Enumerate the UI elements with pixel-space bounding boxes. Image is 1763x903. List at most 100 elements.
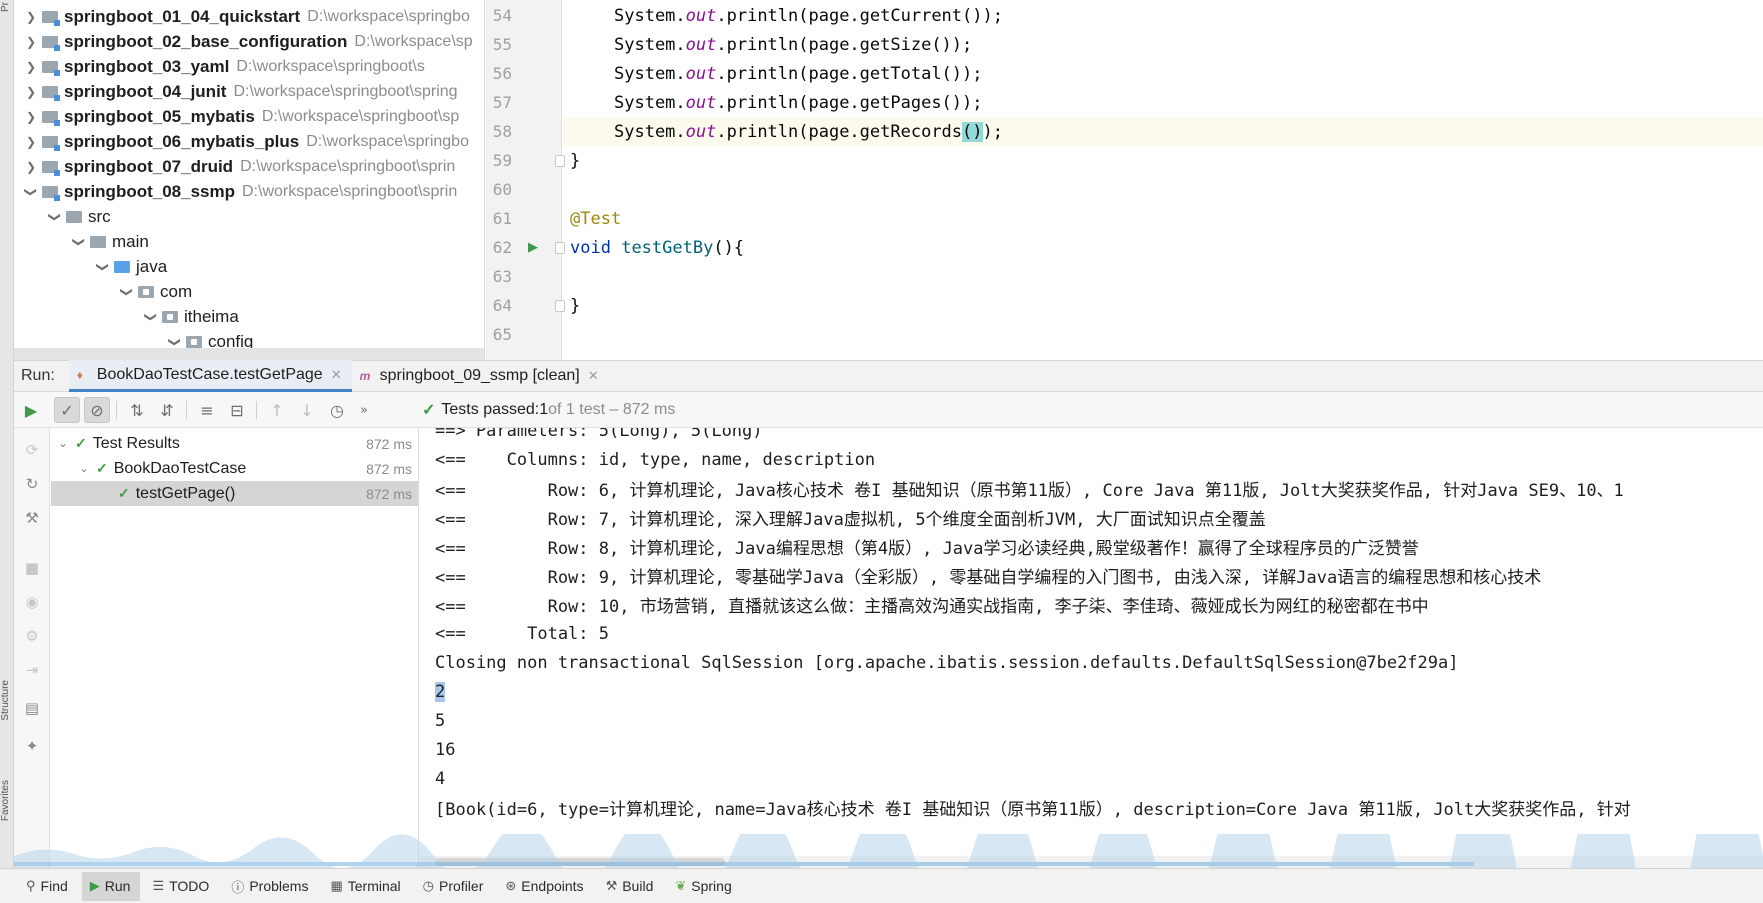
folder-name: java	[136, 257, 168, 276]
left-tool-strip: Pr Structure Favorites	[0, 0, 14, 903]
expand-all-icon[interactable]: ≡	[194, 397, 220, 423]
test-node-time: 872 ms	[366, 435, 412, 452]
module-folder-icon	[42, 11, 60, 26]
tree-item-module[interactable]: ❯ springboot_08_ssmp D:\workspace\spring…	[24, 180, 484, 204]
collapse-all-icon[interactable]: ⊟	[224, 397, 250, 423]
chevron-down-icon[interactable]: ⌄	[57, 437, 69, 450]
sort-alpha-icon[interactable]: ⇅	[124, 397, 150, 423]
line-number: 62	[492, 238, 512, 257]
run-tool-button[interactable]: ▶ Run	[81, 871, 141, 901]
tab-testgetpage[interactable]: ♦ BookDaoTestCase.testGetPage ✕	[68, 360, 352, 392]
hammer-icon: ⚒	[605, 878, 618, 893]
import-icon[interactable]: ⇥	[20, 658, 44, 682]
tree-item-src[interactable]: ❯ src	[48, 205, 484, 229]
tree-item-main[interactable]: ❯ main	[72, 230, 484, 254]
chevron-right-icon[interactable]: ❯	[24, 135, 38, 149]
profiler-tool-button[interactable]: ◷ Profiler	[415, 872, 494, 901]
stop-icon[interactable]: ■	[20, 556, 44, 580]
fold-marker-icon[interactable]	[555, 241, 565, 254]
tree-item-itheima[interactable]: ❯ itheima	[144, 305, 484, 329]
fold-marker-icon[interactable]	[555, 299, 565, 312]
line-number: 59	[492, 151, 512, 170]
chevron-right-icon[interactable]: ❯	[24, 35, 38, 49]
test-results-root[interactable]: ⌄ ✓ Test Results 872 ms	[51, 431, 418, 456]
module-name: springboot_03_yaml	[64, 57, 230, 76]
chevron-down-icon[interactable]: ⌄	[78, 462, 90, 475]
passed-check-icon: ✓	[96, 460, 108, 476]
fold-marker-icon[interactable]	[555, 154, 565, 167]
chevron-down-icon[interactable]: ❯	[48, 210, 62, 224]
console-line-selected: 2	[435, 677, 446, 706]
console-line: <== Row: 8, 计算机理论, Java编程思想（第4版）, Java学习…	[435, 539, 1419, 559]
waveform-overlay	[14, 834, 1763, 868]
run-tool-window-header: Run: ♦ BookDaoTestCase.testGetPage ✕ m s…	[14, 360, 1763, 392]
chevron-right-icon[interactable]: ❯	[24, 10, 38, 24]
toggle-auto-test-icon[interactable]: ↻	[20, 472, 44, 496]
sort-duration-icon[interactable]: ⇵	[154, 397, 180, 423]
rerun-failed-icon[interactable]: ⟳	[20, 438, 44, 462]
todo-tool-button[interactable]: ☰ TODO	[144, 872, 219, 901]
line-number: 57	[492, 93, 512, 112]
console-output[interactable]: ==> Parameters: 5(Long), 5(Long) <== Col…	[420, 428, 1763, 868]
history-icon[interactable]: ◷	[324, 397, 350, 423]
endpoints-tool-button[interactable]: ⊛ Endpoints	[497, 872, 593, 901]
tree-horizontal-scrollbar[interactable]	[14, 348, 484, 360]
favorites-tool-label[interactable]: Favorites	[0, 780, 14, 821]
console-line: 16	[435, 739, 456, 760]
tree-item-com[interactable]: ❯ com	[120, 280, 484, 304]
structure-tool-label[interactable]: Structure	[0, 680, 14, 721]
problems-tool-button[interactable]: ⓘ Problems	[223, 872, 318, 901]
selected-output: 2	[435, 681, 446, 702]
spring-tool-button[interactable]: ❦ Spring	[667, 872, 741, 901]
tree-item-module[interactable]: ❯ springboot_03_yaml D:\workspace\spring…	[24, 55, 484, 79]
build-tool-button[interactable]: ⚒ Build	[598, 872, 664, 901]
rerun-icon[interactable]: ▶	[18, 397, 44, 423]
module-name: springboot_08_ssmp	[64, 182, 235, 201]
module-name: springboot_04_junit	[64, 82, 227, 101]
tree-item-module[interactable]: ❯ springboot_01_04_quickstart D:\workspa…	[24, 5, 484, 29]
passed-check-icon: ✓	[422, 402, 436, 419]
bottom-tool-label: Run	[104, 878, 131, 894]
more-icon[interactable]: »	[356, 397, 372, 423]
console-line: [Book(id=6, type=计算机理论, name=Java核心技术 卷I…	[435, 800, 1631, 820]
camera-icon[interactable]: ◉	[20, 590, 44, 614]
chevron-down-icon[interactable]: ❯	[168, 335, 182, 349]
close-icon[interactable]: ✕	[588, 368, 599, 384]
tree-item-module[interactable]: ❯ springboot_04_junit D:\workspace\sprin…	[24, 80, 484, 104]
chevron-right-icon[interactable]: ❯	[24, 160, 38, 174]
tree-item-java[interactable]: ❯ java	[96, 255, 484, 279]
module-folder-icon	[42, 136, 60, 151]
code-editor[interactable]: 54 System.out.println(page.getCurrent())…	[486, 0, 1763, 360]
close-icon[interactable]: ✕	[331, 367, 342, 383]
chevron-right-icon[interactable]: ❯	[24, 110, 38, 124]
terminal-tool-button[interactable]: ▦ Terminal	[322, 872, 410, 901]
arrow-down-icon[interactable]: ↓	[294, 397, 320, 423]
chevron-right-icon[interactable]: ❯	[24, 85, 38, 99]
run-test-gutter-icon[interactable]: ▶	[527, 240, 539, 255]
show-ignored-icon[interactable]: ⊘	[84, 397, 110, 423]
tree-item-module[interactable]: ❯ springboot_05_mybatis D:\workspace\spr…	[24, 105, 484, 129]
chevron-down-icon[interactable]: ❯	[24, 185, 38, 199]
console-line: <== Row: 10, 市场营销, 直播就该这么做：主播高效沟通实战指南, 李…	[435, 597, 1429, 617]
project-tool-label[interactable]: Pr	[0, 2, 14, 12]
tree-item-module[interactable]: ❯ springboot_07_druid D:\workspace\sprin…	[24, 155, 484, 179]
show-passed-icon[interactable]: ✓	[54, 397, 80, 423]
layout-icon[interactable]: ▤	[20, 696, 44, 720]
chevron-down-icon[interactable]: ❯	[72, 235, 86, 249]
chevron-down-icon[interactable]: ❯	[144, 310, 158, 324]
chevron-down-icon[interactable]: ❯	[120, 285, 134, 299]
test-class-node[interactable]: ⌄ ✓ BookDaoTestCase 872 ms	[51, 456, 418, 481]
chevron-down-icon[interactable]: ❯	[96, 260, 110, 274]
wrench-icon[interactable]: ⚒	[20, 506, 44, 530]
arrow-up-icon[interactable]: ↑	[264, 397, 290, 423]
pin-icon[interactable]: ✦	[20, 734, 44, 758]
tree-item-module[interactable]: ❯ springboot_06_mybatis_plus D:\workspac…	[24, 130, 484, 154]
tab-maven-clean[interactable]: m springboot_09_ssmp [clean] ✕	[352, 360, 609, 392]
chevron-right-icon[interactable]: ❯	[24, 60, 38, 74]
test-method-node[interactable]: ✓ testGetPage() 872 ms	[51, 481, 418, 506]
module-path: D:\workspace\springbo	[306, 133, 469, 150]
settings-icon[interactable]: ⚙	[20, 624, 44, 648]
find-tool-button[interactable]: ⚲ Find	[18, 872, 78, 901]
bottom-tool-label: Spring	[691, 878, 732, 894]
tree-item-module[interactable]: ❯ springboot_02_base_configuration D:\wo…	[24, 30, 484, 54]
